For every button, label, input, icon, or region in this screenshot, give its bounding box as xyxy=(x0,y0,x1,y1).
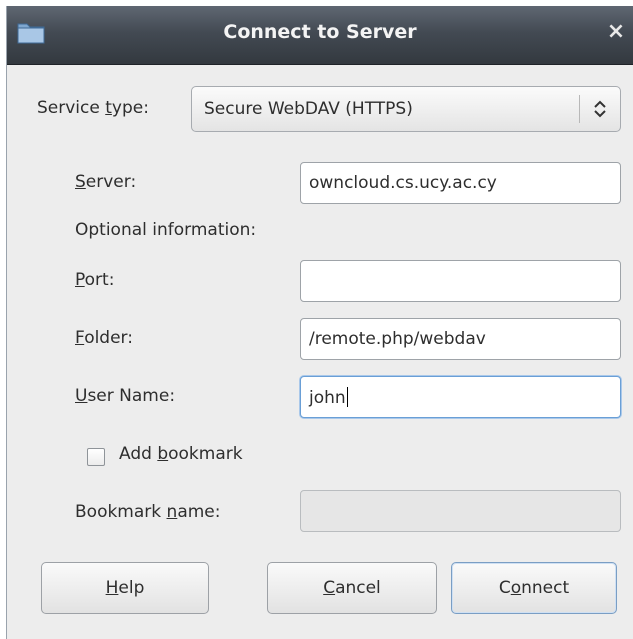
connect-button[interactable]: Connect xyxy=(451,562,617,614)
port-field[interactable] xyxy=(300,260,621,302)
connect-to-server-dialog: Connect to Server × Service type: Secure… xyxy=(6,6,633,639)
service-type-label-mnemonic: t xyxy=(105,98,112,118)
add-bookmark-label-post: ookmark xyxy=(168,444,243,464)
service-type-selected: Secure WebDAV (HTTPS) xyxy=(204,99,413,119)
optional-information-heading: Optional information: xyxy=(75,220,257,240)
connect-button-pre: C xyxy=(498,578,511,598)
service-type-label: Service type: xyxy=(37,98,149,118)
user-name-label-post: ser Name: xyxy=(87,386,176,406)
user-name-field[interactable]: john xyxy=(300,376,621,418)
dropdown-separator xyxy=(579,95,580,123)
connect-button-rest: nnect xyxy=(521,578,570,598)
port-label-mnemonic: P xyxy=(75,270,85,290)
add-bookmark-label[interactable]: Add bookmark xyxy=(119,444,243,464)
title-bar[interactable]: Connect to Server × xyxy=(7,6,633,65)
server-value: owncloud.cs.ucy.ac.cy xyxy=(309,173,497,193)
close-icon[interactable]: × xyxy=(603,18,629,46)
user-name-label: User Name: xyxy=(75,386,175,406)
connect-button-mnemonic: o xyxy=(510,578,522,598)
server-label: Server: xyxy=(75,172,136,192)
help-button-rest: elp xyxy=(118,578,145,598)
port-label: Port: xyxy=(75,270,114,290)
service-type-label-post: ype: xyxy=(111,98,149,118)
cancel-button-rest: ancel xyxy=(335,578,381,598)
bookmark-name-field xyxy=(300,490,621,532)
server-label-mnemonic: S xyxy=(75,172,86,192)
server-field[interactable]: owncloud.cs.ucy.ac.cy xyxy=(300,162,621,204)
add-bookmark-label-pre: Add xyxy=(119,444,158,464)
service-type-dropdown[interactable]: Secure WebDAV (HTTPS) xyxy=(191,86,621,132)
add-bookmark-checkbox[interactable] xyxy=(87,448,105,466)
text-cursor xyxy=(346,387,348,407)
help-button-mnemonic: H xyxy=(105,578,119,598)
bookmark-name-label: Bookmark name: xyxy=(75,502,220,522)
folder-label-post: older: xyxy=(84,328,133,348)
bookmark-name-label-post: ame: xyxy=(177,502,221,522)
bookmark-name-label-mnemonic: n xyxy=(166,502,178,522)
cancel-button[interactable]: Cancel xyxy=(267,562,437,614)
help-button[interactable]: Help xyxy=(41,562,209,614)
server-label-post: erver: xyxy=(85,172,137,192)
folder-label-mnemonic: F xyxy=(75,328,85,348)
bookmark-name-label-pre: Bookmark xyxy=(75,502,167,522)
folder-label: Folder: xyxy=(75,328,133,348)
window-title: Connect to Server xyxy=(223,21,417,43)
user-name-value-wrap: john xyxy=(309,387,348,408)
folder-field[interactable]: /remote.php/webdav xyxy=(300,318,621,360)
user-name-value: john xyxy=(309,388,346,408)
up-down-arrow-icon xyxy=(592,97,608,121)
cancel-button-mnemonic: C xyxy=(323,578,336,598)
port-label-post: ort: xyxy=(84,270,115,290)
add-bookmark-label-mnemonic: b xyxy=(157,444,169,464)
user-name-label-mnemonic: U xyxy=(75,386,88,406)
service-type-label-pre: Service xyxy=(37,98,106,118)
folder-value: /remote.php/webdav xyxy=(309,329,486,349)
